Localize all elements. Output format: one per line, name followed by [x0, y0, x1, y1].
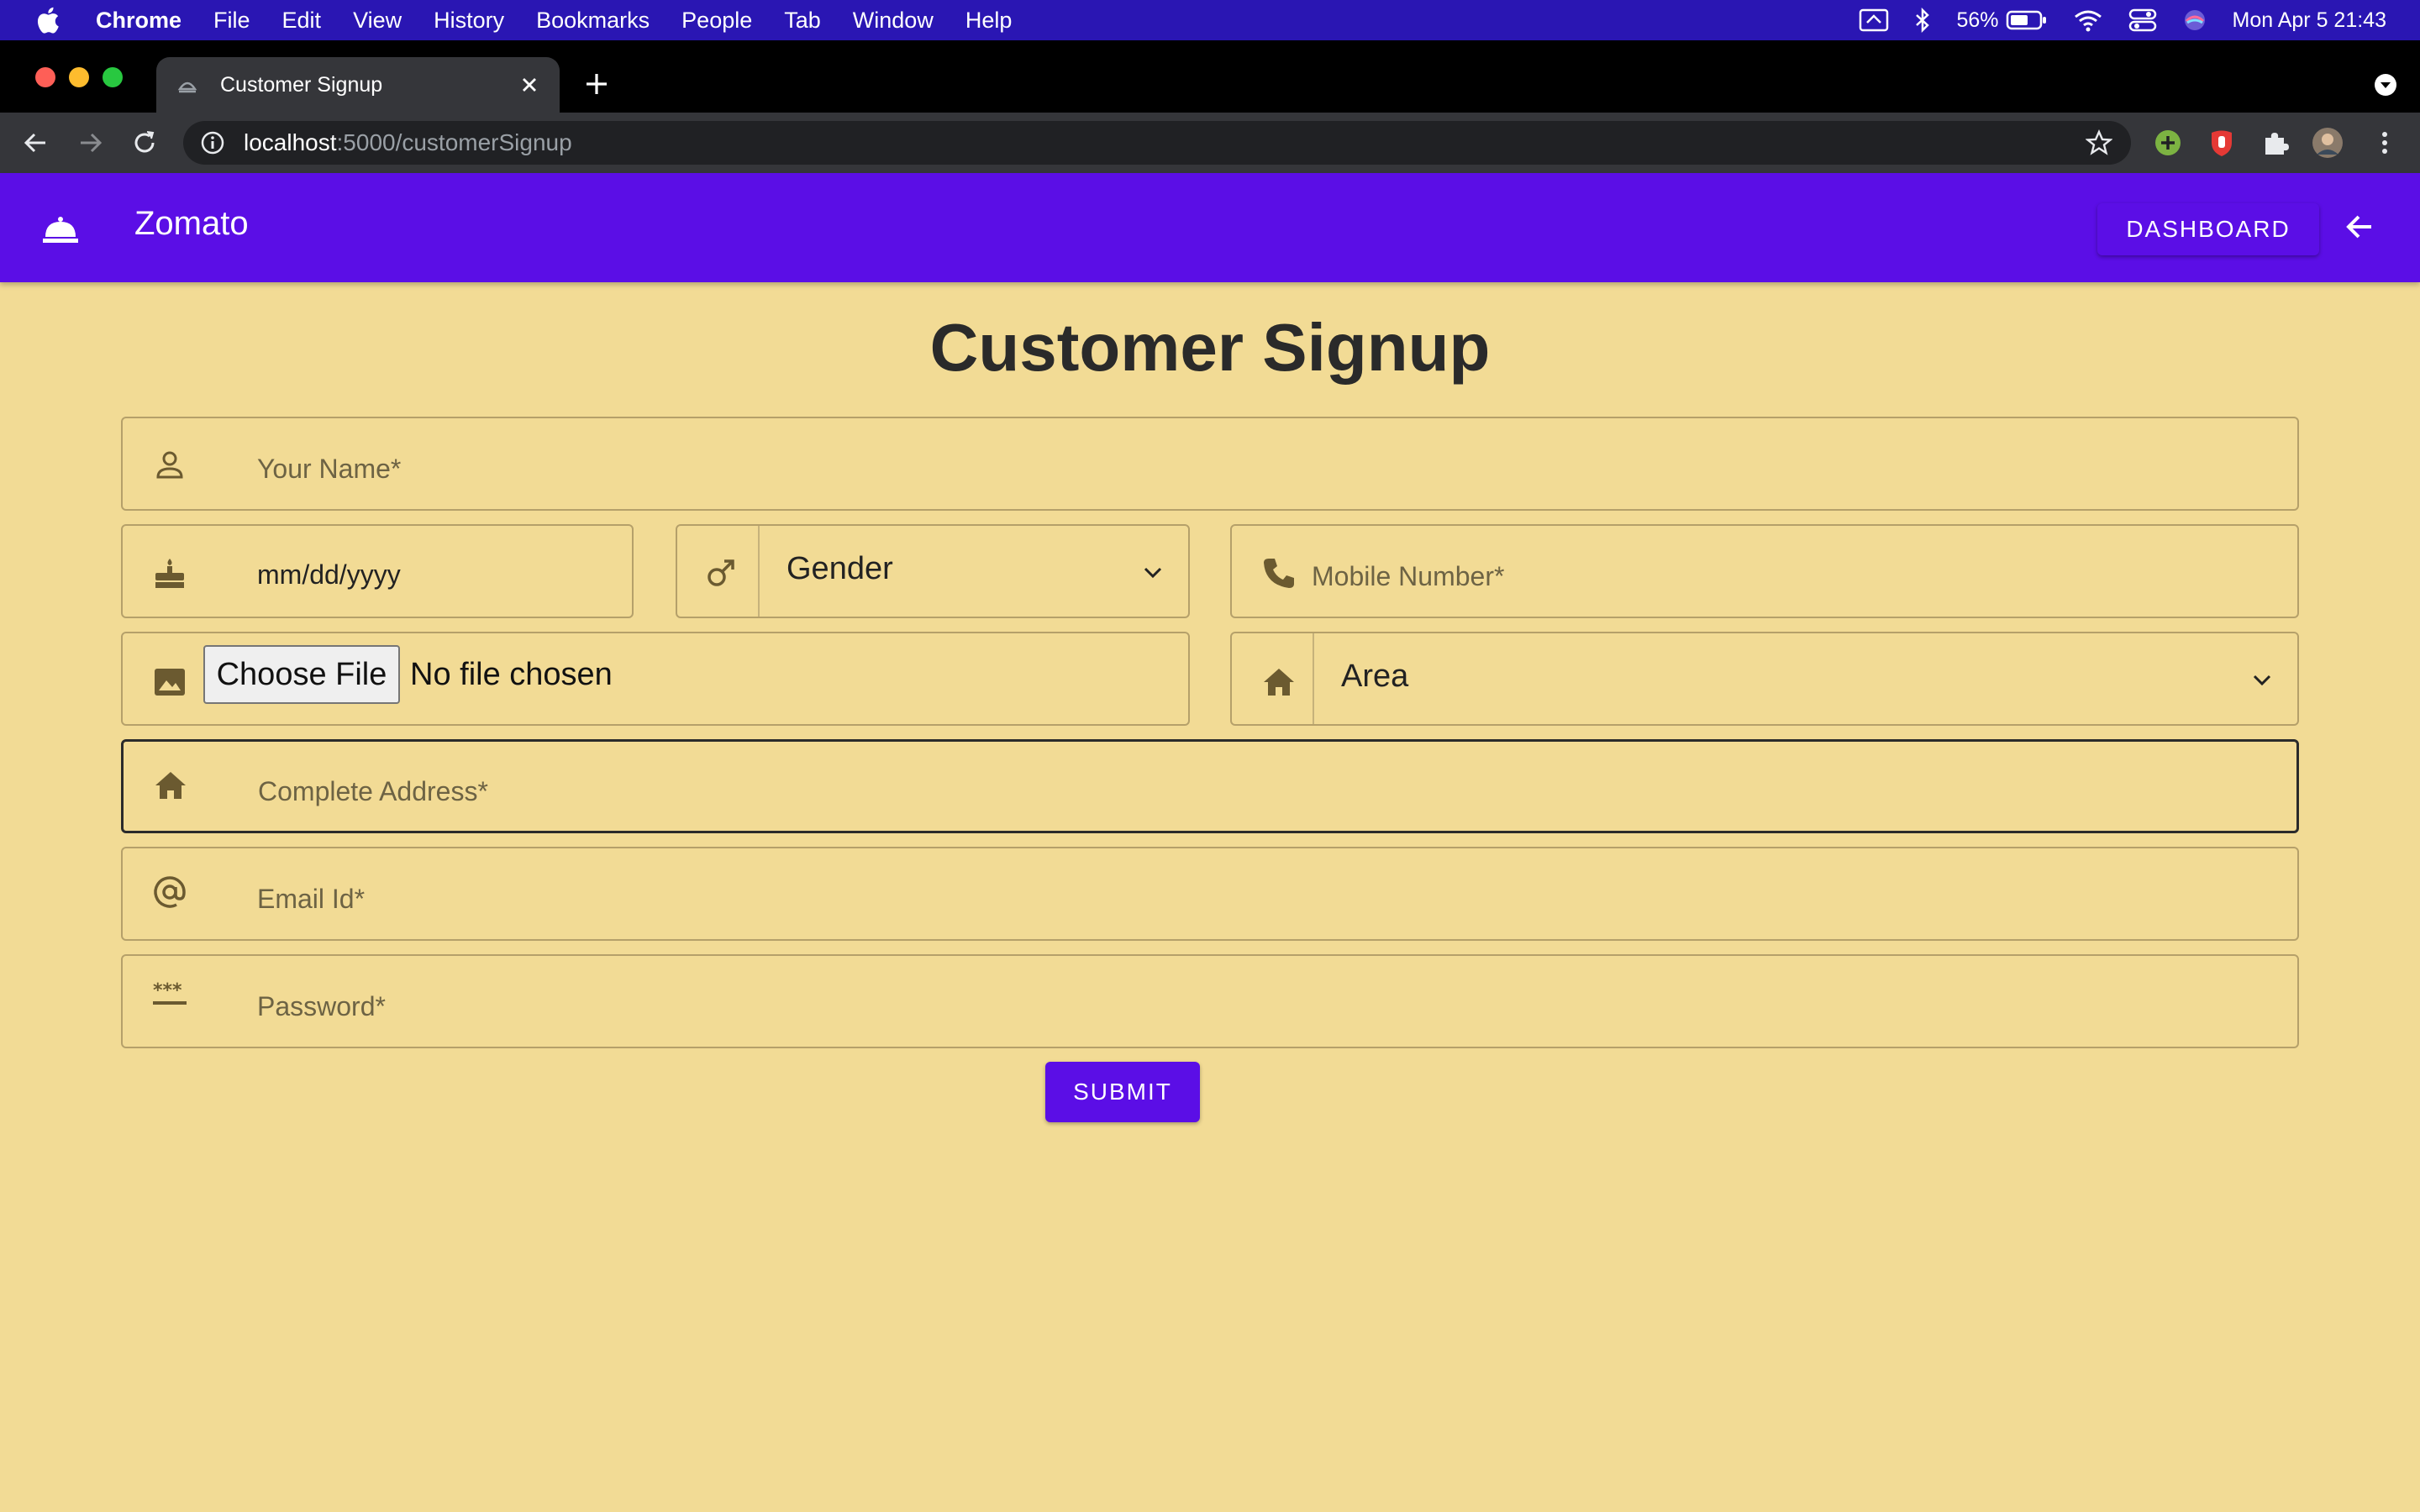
bluetooth-icon[interactable] — [1914, 8, 1931, 33]
menu-app-name[interactable]: Chrome — [96, 8, 182, 34]
tab-title: Customer Signup — [220, 72, 383, 97]
menu-tab[interactable]: Tab — [784, 8, 821, 34]
menu-edit[interactable]: Edit — [282, 8, 322, 34]
cake-icon — [155, 559, 184, 588]
mobile-placeholder: Mobile Number* — [1312, 561, 1505, 591]
chevron-down-icon[interactable] — [1139, 559, 1166, 586]
home-icon — [1264, 669, 1294, 696]
at-sign-icon — [154, 876, 186, 908]
address-field[interactable]: Complete Address* — [121, 739, 2299, 833]
svg-text:***: *** — [153, 980, 182, 1001]
extensions-puzzle-icon[interactable] — [2259, 126, 2292, 160]
page-title: Customer Signup — [929, 310, 1491, 385]
tab-search-icon[interactable] — [2373, 72, 2398, 97]
app-bar: Zomato DASHBOARD — [0, 173, 2420, 282]
mobile-field[interactable]: Mobile Number* — [1230, 524, 2299, 618]
brand-name: Zomato — [134, 205, 249, 242]
profile-avatar-icon[interactable] — [2311, 126, 2344, 160]
dob-value: mm/dd/yyyy — [257, 559, 401, 590]
browser-menu-icon[interactable] — [2368, 126, 2402, 160]
phone-icon — [1264, 559, 1294, 588]
photo-upload-field: Choose File No file chosen — [121, 632, 1190, 726]
gender-field[interactable]: Gender — [676, 524, 1190, 618]
choose-file-button[interactable]: Choose File — [203, 645, 400, 704]
gender-selected-value: Gender — [786, 551, 893, 586]
bookmark-star-icon[interactable] — [2086, 129, 2112, 156]
control-center-icon[interactable] — [2128, 8, 2157, 33]
password-field[interactable]: *** Password* — [121, 954, 2299, 1048]
email-placeholder: Email Id* — [257, 884, 366, 914]
name-placeholder: Your Name* — [257, 454, 402, 484]
area-select[interactable]: Area — [1313, 633, 2297, 724]
url-path: :5000/customerSignup — [336, 129, 572, 155]
tab-close-icon[interactable] — [518, 73, 541, 97]
email-field[interactable]: Email Id* — [121, 847, 2299, 941]
menubar-status-area: 56% Mon Apr 5 21:43 — [1859, 0, 2386, 40]
browser-toolbar: localhost:5000/customerSignup — [0, 113, 2420, 173]
menu-history[interactable]: History — [434, 8, 504, 34]
battery-icon[interactable] — [2006, 9, 2048, 31]
window-minimize-button[interactable] — [69, 67, 89, 87]
window-close-button[interactable] — [35, 67, 55, 87]
url-host: localhost — [244, 129, 337, 155]
menu-file[interactable]: File — [213, 8, 250, 34]
back-arrow-icon[interactable] — [2343, 210, 2376, 244]
submit-button[interactable]: SUBMIT — [1045, 1062, 1200, 1122]
extension-green-plus-icon[interactable] — [2151, 126, 2185, 160]
wifi-icon[interactable] — [2073, 8, 2103, 32]
siri-icon[interactable] — [2182, 8, 2207, 33]
reload-icon[interactable] — [129, 128, 160, 158]
password-icon: *** — [153, 980, 187, 1005]
area-selected-value: Area — [1341, 659, 1409, 694]
dashboard-button[interactable]: DASHBOARD — [2097, 203, 2319, 255]
screen-share-icon[interactable] — [1859, 8, 1889, 33]
menu-view[interactable]: View — [353, 8, 402, 34]
gender-select[interactable]: Gender — [758, 526, 1188, 617]
page-favicon-icon — [177, 81, 197, 93]
window-zoom-button[interactable] — [103, 67, 123, 87]
chevron-down-icon[interactable] — [2249, 667, 2275, 694]
new-tab-icon[interactable] — [581, 69, 612, 99]
home-icon — [155, 772, 186, 799]
address-bar[interactable]: localhost:5000/customerSignup — [183, 121, 2131, 165]
battery-percent: 56% — [1956, 8, 1999, 32]
menu-people[interactable]: People — [681, 8, 752, 34]
room-service-icon[interactable] — [42, 212, 79, 245]
area-field[interactable]: Area — [1230, 632, 2299, 726]
person-icon — [156, 451, 183, 479]
dob-field[interactable]: mm/dd/yyyy — [121, 524, 634, 618]
menu-bookmarks[interactable]: Bookmarks — [536, 8, 650, 34]
apple-icon[interactable] — [34, 5, 60, 35]
image-icon — [155, 669, 185, 696]
url-text[interactable]: localhost:5000/customerSignup — [244, 129, 572, 156]
macos-menu-bar: Chrome File Edit View History Bookmarks … — [0, 0, 2420, 40]
menu-window[interactable]: Window — [853, 8, 934, 34]
site-info-icon[interactable] — [200, 130, 225, 155]
address-placeholder: Complete Address* — [258, 776, 488, 806]
browser-tab-strip: Customer Signup — [0, 40, 2420, 113]
name-field[interactable]: Your Name* — [121, 417, 2299, 511]
forward-icon[interactable] — [76, 128, 106, 158]
back-icon[interactable] — [20, 128, 50, 158]
menubar-clock[interactable]: Mon Apr 5 21:43 — [2233, 8, 2386, 33]
menu-help[interactable]: Help — [965, 8, 1013, 34]
file-status-text: No file chosen — [410, 657, 613, 692]
extension-shield-icon[interactable] — [2205, 126, 2238, 160]
password-placeholder: Password* — [257, 991, 386, 1021]
male-icon — [708, 559, 734, 586]
browser-tab-active[interactable]: Customer Signup — [156, 57, 560, 113]
